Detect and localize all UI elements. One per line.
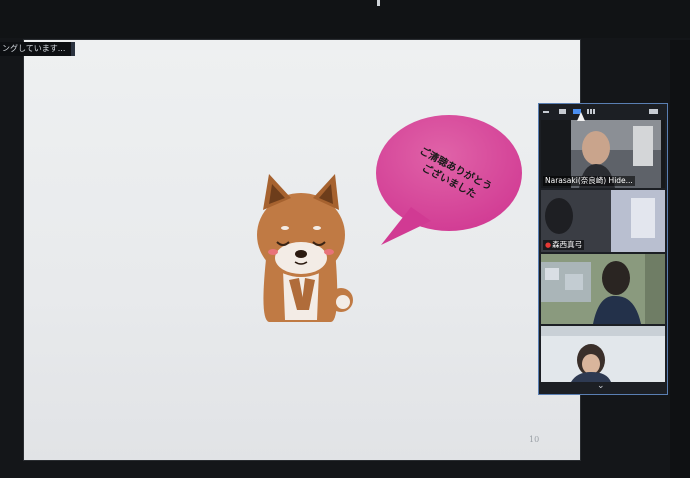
participant-video [541,326,665,382]
minimize-icon[interactable] [543,111,549,113]
mouse-cursor-icon [577,112,585,121]
participant-tile[interactable] [541,326,665,382]
participant-video [541,254,665,324]
shared-slide: ご清聴ありがとう ございました 10 [24,40,580,460]
speaker-view-icon[interactable] [559,109,566,114]
participant-tile[interactable]: Narasaki(奈良崎) Hide... [541,120,665,188]
video-panel-toolbar [539,104,667,120]
mic-muted-icon: ● [545,241,552,249]
participant-name: Narasaki(奈良崎) Hide... [543,176,635,186]
bowing-dog-illustration [257,174,353,322]
participant-tile[interactable]: ●森西真弓 [541,190,665,252]
participant-name: ●森西真弓 [543,240,585,250]
participant-tile[interactable] [541,254,665,324]
chevron-down-icon[interactable]: ⌄ [597,382,605,391]
grid-view-icon[interactable] [587,109,595,114]
exit-fullscreen-icon[interactable] [649,109,658,114]
camera-indicator-icon [377,0,380,6]
screen-edge [670,40,690,478]
participant-video-panel[interactable]: Narasaki(奈良崎) Hide... ●森西真弓 ⌄ [538,103,668,395]
slide-page-number: 10 [529,435,540,444]
screen-top-bar [0,0,690,38]
screen-share-banner[interactable]: ングしています... [0,42,76,56]
